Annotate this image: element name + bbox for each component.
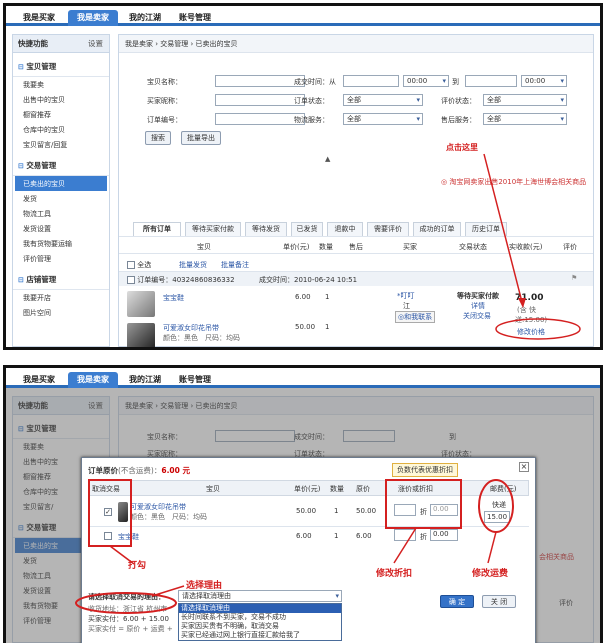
annotation-modify-discount: 修改折扣: [376, 569, 413, 579]
annotation-arrows: [483, 153, 581, 340]
screenshot-top: 我是买家 我是卖家 我的江湖 账号管理 快捷功能设置 宝贝管理 我要卖 出售中的…: [3, 3, 603, 350]
screenshot-bottom: 我是买家 我是卖家 我的江湖 账号管理 快捷功能设置 宝贝管理 我要卖 出售中的…: [3, 365, 603, 643]
annotation-tick: 打勾: [128, 561, 147, 571]
annotation-modify-freight: 修改运费: [472, 569, 509, 579]
annotation-select-reason: 选择理由: [186, 581, 223, 591]
annotation-shapes: [75, 479, 514, 614]
